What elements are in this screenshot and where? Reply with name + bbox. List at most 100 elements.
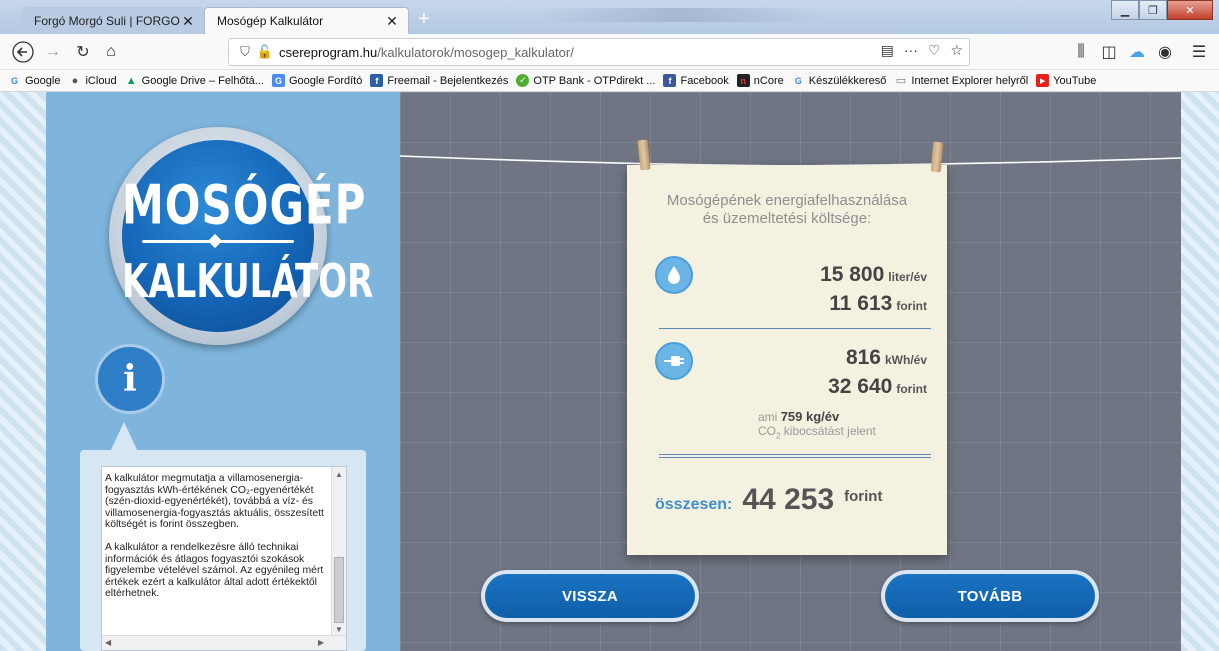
tab-forgomorgo[interactable]: Forgó Morgó Suli | FORGOMO ✕ [22,7,204,34]
card-heading-line2: és üzemeltetési költsége: [702,210,872,227]
result-card: Mosógépének energiafelhasználása és üzem… [627,165,947,555]
co2-label-rest: kibocsátást jelent [780,424,876,438]
plug-icon [655,342,693,380]
translate-icon: G [271,74,285,87]
freemail-icon: f [370,74,384,87]
library-icon[interactable]: ⫼ [1068,39,1094,65]
bookmark-freemail[interactable]: f Freemail - Bejelentkezés [370,74,508,87]
google-icon: G [794,75,802,86]
back-icon[interactable] [10,39,36,65]
info-icon: i [95,344,165,414]
menu-icon[interactable]: ☰ [1186,39,1212,65]
total-divider [659,454,931,458]
maximize-button[interactable]: ❐ [1139,0,1167,20]
address-bar[interactable]: ⛉ 🔓 csereprogram.hu/kalkulatorok/mosogep… [228,38,970,66]
card-heading: Mosógépének energiafelhasználása és üzem… [627,192,947,228]
co2-value: 759 kg/év [780,409,840,424]
folder-icon: ▭ [895,75,907,87]
bookmark-label: Google [25,74,61,87]
url-text: csereprogram.hu/kalkulatorok/mosogep_kal… [279,45,574,60]
youtube-icon: ▶ [1036,74,1050,87]
new-tab-button[interactable]: + [412,8,436,32]
next-button-label: TOVÁBB [885,574,1095,618]
back-button[interactable]: VISSZA [481,570,699,622]
water-amount-unit: liter/év [888,270,927,284]
left-border-pattern [0,92,46,651]
insecure-lock-icon[interactable]: 🔓 [255,44,275,60]
window-controls: ▁ ❐ ✕ [1111,0,1213,20]
bookmark-label: Készülékkereső [808,74,887,87]
url-actions: ▤ ··· ♡ ☆ [881,42,963,59]
bookmark-ncore[interactable]: n nCore [736,74,784,87]
close-window-button[interactable]: ✕ [1167,0,1213,20]
bookmark-translate[interactable]: G Google Fordító [271,74,363,87]
account-icon[interactable]: ◉ [1152,39,1178,65]
forward-icon[interactable]: → [40,39,66,65]
electricity-cost-value: 32 640 [828,375,893,398]
facebook-icon: f [663,74,677,87]
bookmark-otp[interactable]: ✓ OTP Bank - OTPdirekt ... [516,74,655,87]
scroll-thumb[interactable] [334,557,344,623]
bookmark-label: YouTube [1053,74,1097,87]
cloud-icon[interactable]: ☁ [1124,39,1150,65]
water-amount: 15 800 liter/év [820,263,927,287]
close-tab-icon[interactable]: ✕ [384,13,400,29]
info-scroll-area[interactable]: A kalkulátor megmutatja a villamosenergi… [101,466,347,651]
minimize-button[interactable]: ▁ [1111,0,1139,20]
tab-label: Mosógép Kalkulátor [217,14,324,28]
total-value: 44 253 [742,483,835,516]
home-icon[interactable]: ⌂ [98,39,124,65]
bookmark-drive[interactable]: ▲ Google Drive – Felhőtá... [125,74,264,87]
reload-icon[interactable]: ↻ [70,39,96,65]
co2-note: ami 759 kg/év CO2 kibocsátást jelent [758,410,876,443]
tab-label: Forgó Morgó Suli | FORGOMO [34,13,180,28]
horizontal-scrollbar[interactable]: ◀ ▶ [102,635,346,650]
electricity-cost: 32 640 forint [828,375,927,399]
vertical-scrollbar[interactable]: ▲ ▼ [331,467,346,637]
url-path: /kalkulatorok/mosogep_kalkulator/ [377,44,574,60]
divider [659,328,931,329]
logo-title: MOSÓGÉP [122,172,367,237]
sidebar-icon[interactable]: ◫ [1096,39,1122,65]
bookmark-icloud[interactable]: ● iCloud [68,74,117,87]
total-unit: forint [844,488,883,505]
bookmark-youtube[interactable]: ▶ YouTube [1036,74,1096,87]
reader-view-icon[interactable]: ▤ [881,42,894,59]
water-cost-unit: forint [896,299,927,313]
scroll-up-icon[interactable]: ▲ [332,467,346,482]
info-box: A kalkulátor megmutatja a villamosenergi… [80,450,366,651]
close-tab-icon[interactable]: ✕ [180,13,196,29]
otp-icon: ✓ [516,74,530,87]
info-text: A kalkulátor megmutatja a villamosenergi… [105,473,329,611]
apple-icon: ● [71,74,79,87]
bookmark-keszulekkereso[interactable]: G Készülékkereső [792,74,887,87]
scroll-left-icon[interactable]: ◀ [105,638,111,647]
logo-subtitle: KALKULÁTOR [122,255,374,309]
logo-divider [142,240,294,243]
logo-inner-circle: MOSÓGÉP KALKULÁTOR [122,140,374,332]
total-row: összesen: 44 253 forint [655,483,882,517]
shield-icon[interactable]: ⛉ [235,44,255,60]
bookmark-star-icon[interactable]: ☆ [950,42,963,59]
tab-mosogep[interactable]: Mosógép Kalkulátor ✕ [204,7,409,34]
bookmark-label: nCore [753,74,784,87]
next-button[interactable]: TOVÁBB [881,570,1099,622]
bookmark-label: Google Fordító [288,74,363,87]
scroll-right-icon[interactable]: ▶ [318,638,324,647]
ncore-icon: n [736,74,750,87]
bookmark-label: OTP Bank - OTPdirekt ... [533,74,656,87]
bookmark-folder-ie[interactable]: ▭ Internet Explorer helyről [894,74,1028,88]
electricity-amount-unit: kWh/év [884,353,927,367]
total-label: összesen: [655,496,733,513]
info-pointer [110,422,138,452]
bookmark-label: iCloud [85,74,117,87]
page-actions-icon[interactable]: ··· [904,42,918,59]
pocket-icon[interactable]: ♡ [928,42,941,59]
bookmark-label: Google Drive – Felhőtá... [141,74,264,87]
bookmark-facebook[interactable]: f Facebook [663,74,729,87]
electricity-amount: 816 kWh/év [846,346,927,370]
water-amount-value: 15 800 [820,263,885,286]
bookmark-google[interactable]: G Google [8,74,61,87]
page-content: MOSÓGÉP KALKULÁTOR i A kalkulátor megmut… [0,92,1219,651]
back-button-label: VISSZA [485,574,695,618]
